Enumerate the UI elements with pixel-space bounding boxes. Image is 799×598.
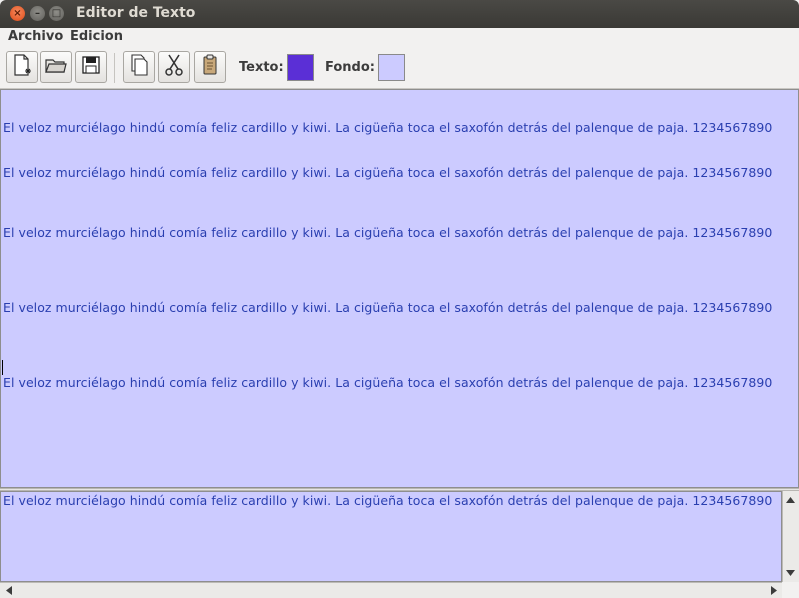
- scroll-right-button[interactable]: [766, 583, 781, 598]
- editor-text-line: El veloz murciélago hindú comía feliz ca…: [3, 375, 773, 390]
- text-color-swatch[interactable]: [287, 54, 314, 81]
- cut-scissors-icon: [164, 54, 184, 80]
- close-window-button[interactable]: ×: [10, 6, 25, 21]
- copy-icon: [129, 54, 149, 80]
- editor-text-line: El veloz murciélago hindú comía feliz ca…: [3, 300, 773, 315]
- new-document-button[interactable]: [6, 51, 38, 83]
- maximize-window-button[interactable]: □: [49, 6, 64, 21]
- text-color-label: Texto:: [239, 60, 284, 75]
- arrow-right-icon: [770, 586, 777, 595]
- horizontal-scrollbar[interactable]: [0, 582, 782, 598]
- editor-text-line: El veloz murciélago hindú comía feliz ca…: [3, 225, 773, 240]
- title-bar: × – □ Editor de Texto: [0, 0, 799, 28]
- editor-text-line: El veloz murciélago hindú comía feliz ca…: [3, 120, 773, 135]
- toolbar: Texto: Fondo:: [0, 48, 799, 89]
- save-button[interactable]: [75, 51, 107, 83]
- arrow-down-icon: [786, 569, 795, 576]
- menu-edicion[interactable]: Edicion: [69, 29, 124, 44]
- preview-text-line: El veloz murciélago hindú comía feliz ca…: [3, 493, 773, 508]
- paste-button[interactable]: [194, 51, 226, 83]
- background-color-label: Fondo:: [325, 60, 375, 75]
- copy-button[interactable]: [123, 51, 155, 83]
- background-color-swatch[interactable]: [378, 54, 405, 81]
- open-folder-icon: [45, 56, 67, 78]
- cut-button[interactable]: [158, 51, 190, 83]
- save-disk-icon: [81, 55, 101, 79]
- minimize-window-button[interactable]: –: [30, 6, 45, 21]
- menu-archivo[interactable]: Archivo: [7, 29, 64, 44]
- scroll-down-button[interactable]: [783, 565, 798, 580]
- editor-text-line: El veloz murciélago hindú comía feliz ca…: [3, 165, 773, 180]
- text-editor-area[interactable]: El veloz murciélago hindú comía feliz ca…: [0, 89, 799, 488]
- preview-text-area[interactable]: El veloz murciélago hindú comía feliz ca…: [0, 491, 782, 582]
- toolbar-separator: [114, 53, 115, 83]
- editor-window: × – □ Editor de Texto Archivo Edicion Te…: [0, 0, 799, 598]
- scroll-left-button[interactable]: [1, 583, 16, 598]
- arrow-left-icon: [5, 586, 12, 595]
- arrow-up-icon: [786, 496, 795, 503]
- text-caret: [2, 360, 3, 375]
- scroll-up-button[interactable]: [783, 492, 798, 507]
- menu-bar: Archivo Edicion: [0, 28, 799, 48]
- open-button[interactable]: [40, 51, 72, 83]
- window-title: Editor de Texto: [76, 5, 196, 21]
- scroll-corner: [782, 582, 799, 598]
- new-document-icon: [12, 54, 32, 80]
- paste-clipboard-icon: [201, 54, 219, 80]
- vertical-scrollbar[interactable]: [782, 491, 799, 582]
